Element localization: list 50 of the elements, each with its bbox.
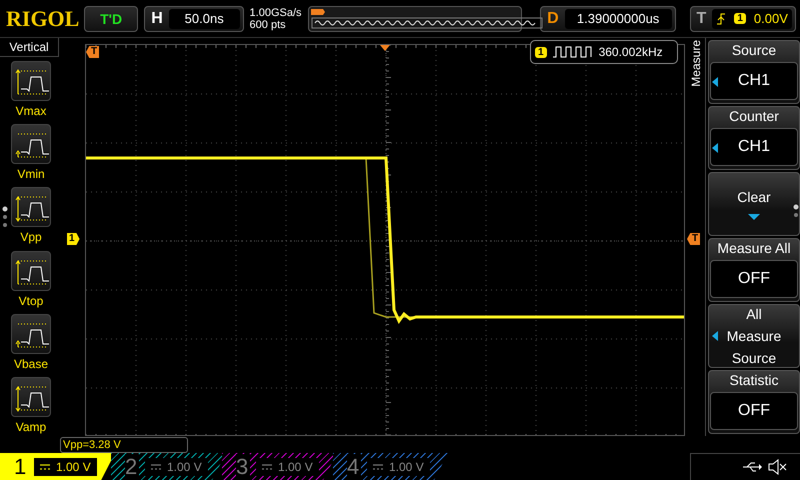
run-status: T'D [84,6,138,32]
measure-label: Vtop [18,294,44,308]
measure-label: Vbase [14,356,48,371]
trigger-position-arrow-icon [380,45,390,51]
usb-icon [742,461,762,473]
menu-option-button[interactable]: Clear [708,172,800,236]
measure-label: Vpp [20,230,42,244]
menu-option-button[interactable]: Measure All OFF [708,238,800,302]
square-wave-icon [552,46,593,58]
menu-option-button[interactable]: Counter CH1 [708,106,800,170]
timebase-field[interactable]: H 50.0ns [144,6,244,32]
channel-tab[interactable]: 4 1.00 V [333,453,448,480]
measure-button[interactable] [11,187,51,228]
trigger-source-tag: 1 [734,13,746,24]
brand-logo: RIGOL [6,6,78,32]
measure-label: Vmin [17,167,45,182]
measurement-result: Vpp=3.28 V [60,437,188,453]
page-indicator-icon [2,206,8,228]
trigger-level: 0.00V [754,11,788,26]
menu-option-button[interactable]: All Measure Source [708,304,800,368]
measure-button[interactable] [11,61,51,101]
channel-tag: 1 [535,46,547,58]
channel-offset-marker: 1 [67,233,80,245]
measure-button[interactable] [11,124,51,164]
trigger-level-marker: T [687,233,700,245]
channel-scale: 1.00 V [34,458,97,476]
rising-edge-icon [716,12,726,24]
measure-button[interactable] [11,314,51,354]
measure-label: Vmax [16,104,46,118]
menu-option-button[interactable]: Statistic OFF [708,370,800,434]
measure-button[interactable] [11,376,51,417]
channel-scale: 1.00 V [367,458,430,476]
menu-option-button[interactable]: Source CH1 [708,40,800,104]
dc-coupling-icon [373,464,383,470]
page-indicator-icon [793,204,799,218]
measure-button[interactable] [11,250,51,291]
trigger-position-marker: T [86,46,100,58]
channel-scale: 1.00 V [256,458,319,476]
frequency-value: 360.002kHz [598,45,663,59]
dc-coupling-icon [262,464,272,470]
menu-title: Measure [689,39,703,89]
menu-title: Vertical [0,38,59,57]
sampling-info: 1.00GSa/s 600 pts [250,6,302,30]
dc-coupling-icon [40,464,50,470]
delay-field[interactable]: D 1.39000000us [540,6,676,32]
speaker-muted-icon [768,459,788,475]
channel-scale: 1.00 V [145,458,208,476]
trigger-field[interactable]: T 1 0.00V [690,6,796,32]
measure-label: Vamp [16,420,46,434]
dc-coupling-icon [151,464,161,470]
